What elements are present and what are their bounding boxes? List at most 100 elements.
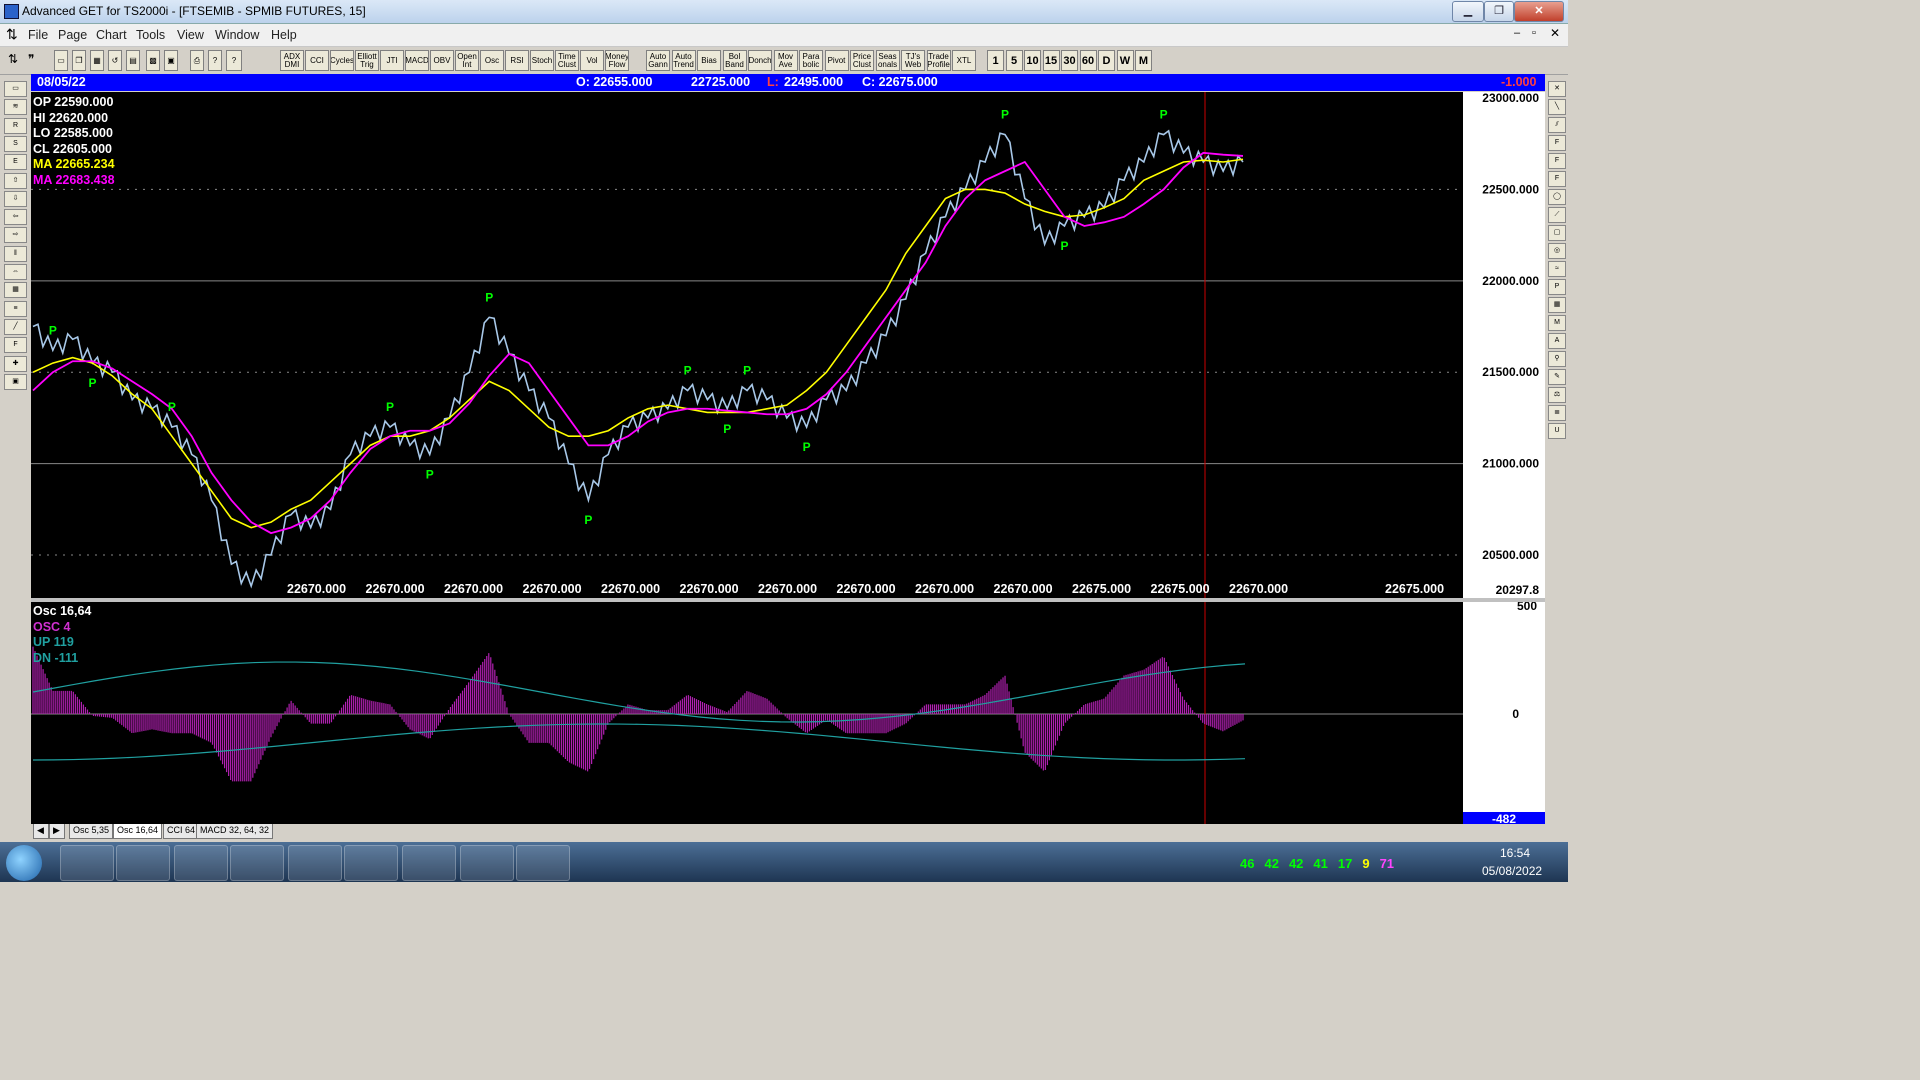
- taskbar-ie-icon[interactable]: [288, 845, 342, 881]
- highlight-icon[interactable]: ✎: [1548, 369, 1566, 385]
- tool-button-5[interactable]: Mov Ave: [773, 50, 798, 71]
- close-button[interactable]: ✕: [1514, 1, 1564, 22]
- tool-button-0[interactable]: Auto Gann: [646, 50, 670, 71]
- grid-icon[interactable]: ▦: [4, 282, 27, 299]
- minimize-button[interactable]: ▁: [1452, 1, 1484, 22]
- indicator-button-8[interactable]: Osc: [480, 50, 504, 71]
- taskbar-chart-icon[interactable]: [460, 845, 514, 881]
- taskbar-excel-icon[interactable]: [344, 845, 398, 881]
- taskbar-get-icon[interactable]: [174, 845, 228, 881]
- indicator-button-10[interactable]: Stoch: [530, 50, 554, 71]
- copy-icon[interactable]: ❐: [72, 50, 86, 71]
- interval-button-15[interactable]: 15: [1042, 50, 1060, 71]
- tab-osc-16-64[interactable]: Osc 16,64: [113, 824, 163, 839]
- zoom-icon[interactable]: ⚲: [1548, 351, 1566, 367]
- menu-help[interactable]: Help: [271, 28, 297, 42]
- tool-button-10[interactable]: TJ's Web: [901, 50, 925, 71]
- indicator-button-4[interactable]: JTI: [380, 50, 404, 71]
- taskbar-browser-icon[interactable]: [230, 845, 284, 881]
- menu-file[interactable]: File: [28, 28, 48, 42]
- parallel-line-icon[interactable]: ⫽: [1548, 117, 1566, 133]
- indicator-button-11[interactable]: Time Clust: [555, 50, 579, 71]
- indicator-button-9[interactable]: RSI: [505, 50, 529, 71]
- print-icon[interactable]: ⎙: [190, 50, 204, 71]
- taskbar-tool-icon[interactable]: [516, 845, 570, 881]
- fib-extension-icon[interactable]: F: [1548, 153, 1566, 169]
- grid-tool-icon[interactable]: ▦: [1548, 297, 1566, 313]
- taskbar-app-icon[interactable]: [116, 845, 170, 881]
- tab-cci-64[interactable]: CCI 64: [163, 824, 200, 839]
- interval-button-10[interactable]: 10: [1024, 50, 1041, 71]
- tool-button-9[interactable]: Seas onals: [875, 50, 900, 71]
- pointer-icon[interactable]: ⇅: [8, 52, 18, 66]
- gann-icon[interactable]: ≋: [4, 99, 27, 116]
- mdi-close-icon[interactable]: ✕: [1550, 26, 1560, 40]
- u-turn-icon[interactable]: U: [1548, 423, 1566, 439]
- rectangle-icon[interactable]: ▢: [1548, 225, 1566, 241]
- context-help-icon[interactable]: ?: [226, 50, 242, 71]
- quote-icon[interactable]: ❞: [28, 52, 34, 66]
- tile-icon[interactable]: ▤: [126, 50, 140, 71]
- gann-fan-icon[interactable]: ╱: [4, 318, 27, 335]
- new-page-icon[interactable]: ▭: [54, 50, 68, 71]
- menu-tools[interactable]: Tools: [136, 28, 165, 42]
- bars-icon[interactable]: ‖: [4, 245, 27, 262]
- interval-button-5[interactable]: 5: [1005, 50, 1023, 71]
- tab-scroll-right[interactable]: ▶: [49, 824, 65, 839]
- indicator-button-2[interactable]: Cycles: [330, 50, 354, 71]
- indicator-button-5[interactable]: MACD: [405, 50, 429, 71]
- text-icon[interactable]: A: [1548, 333, 1566, 349]
- arrow-left-icon[interactable]: ⇦: [4, 209, 27, 226]
- fib-retracement-icon[interactable]: F: [1548, 135, 1566, 151]
- crosshair-icon[interactable]: ✚: [4, 355, 27, 372]
- interval-button-W[interactable]: W: [1116, 50, 1134, 71]
- pti-icon[interactable]: P: [1548, 279, 1566, 295]
- menu-view[interactable]: View: [177, 28, 204, 42]
- indicator-button-1[interactable]: CCI: [305, 50, 329, 71]
- help-bulb-icon[interactable]: ?: [208, 50, 222, 71]
- menu-chart[interactable]: Chart: [96, 28, 127, 42]
- interval-button-60[interactable]: 60: [1079, 50, 1097, 71]
- price-chart[interactable]: 23000.000 22500.000 22000.000 21500.000 2100…: [31, 92, 1545, 598]
- tool-button-4[interactable]: Donch: [748, 50, 772, 71]
- refresh-icon[interactable]: ↺: [108, 50, 122, 71]
- layout-icon[interactable]: ▦: [90, 50, 104, 71]
- indicator-button-12[interactable]: Vol: [580, 50, 604, 71]
- oscillator-svg[interactable]: 500 0: [31, 602, 1545, 824]
- tool-button-2[interactable]: Bias: [697, 50, 721, 71]
- ellipse-icon[interactable]: ◎: [1548, 243, 1566, 259]
- tab-macd[interactable]: MACD 32, 64, 32: [196, 824, 274, 839]
- tool-button-11[interactable]: Trade Profile: [926, 50, 951, 71]
- interval-button-M[interactable]: M: [1135, 50, 1152, 71]
- regression-icon[interactable]: ≈: [1548, 261, 1566, 277]
- open-folder-icon[interactable]: ▭: [4, 81, 27, 97]
- fib-icon[interactable]: F: [4, 337, 27, 354]
- start-button[interactable]: [6, 845, 42, 881]
- menu-window[interactable]: Window: [215, 28, 259, 42]
- price-chart-svg[interactable]: 23000.000 22500.000 22000.000 21500.000 2100…: [31, 92, 1545, 598]
- tool-button-12[interactable]: XTL: [952, 50, 976, 71]
- indicator-button-0[interactable]: ADX DMI: [280, 50, 304, 71]
- oscillator-pane[interactable]: 500 0 Osc 16,64 OSC 4 UP 119 DN -111 -482: [31, 602, 1545, 826]
- stats-icon[interactable]: ≣: [1548, 405, 1566, 421]
- arrow-down-icon[interactable]: ⇩: [4, 190, 27, 207]
- indicator-button-7[interactable]: Open Int: [455, 50, 479, 71]
- elliott-icon[interactable]: E: [4, 154, 27, 171]
- trend-line-icon[interactable]: ╲: [1548, 99, 1566, 115]
- maximize-button[interactable]: ❐: [1484, 1, 1514, 22]
- document-icon[interactable]: ⇅: [6, 26, 18, 43]
- indicator-button-3[interactable]: Elliott Trig: [355, 50, 379, 71]
- indicator-button-6[interactable]: OBV: [430, 50, 454, 71]
- taskbar-explorer-icon[interactable]: [60, 845, 114, 881]
- mob-icon[interactable]: M: [1548, 315, 1566, 331]
- circle-icon[interactable]: ◯: [1548, 189, 1566, 205]
- arrow-right-icon[interactable]: ⇨: [4, 227, 27, 244]
- scale-icon[interactable]: ⚖: [1548, 387, 1566, 403]
- tool-button-7[interactable]: Pivot: [824, 50, 849, 71]
- fib-time-icon[interactable]: F: [1548, 171, 1566, 187]
- close-tool-icon[interactable]: ✕: [1548, 81, 1566, 97]
- tool-button-1[interactable]: Auto Trend: [671, 50, 696, 71]
- menu-page[interactable]: Page: [58, 28, 87, 42]
- tool-button-6[interactable]: Para bolic: [799, 50, 823, 71]
- table-icon[interactable]: ▣: [164, 50, 178, 71]
